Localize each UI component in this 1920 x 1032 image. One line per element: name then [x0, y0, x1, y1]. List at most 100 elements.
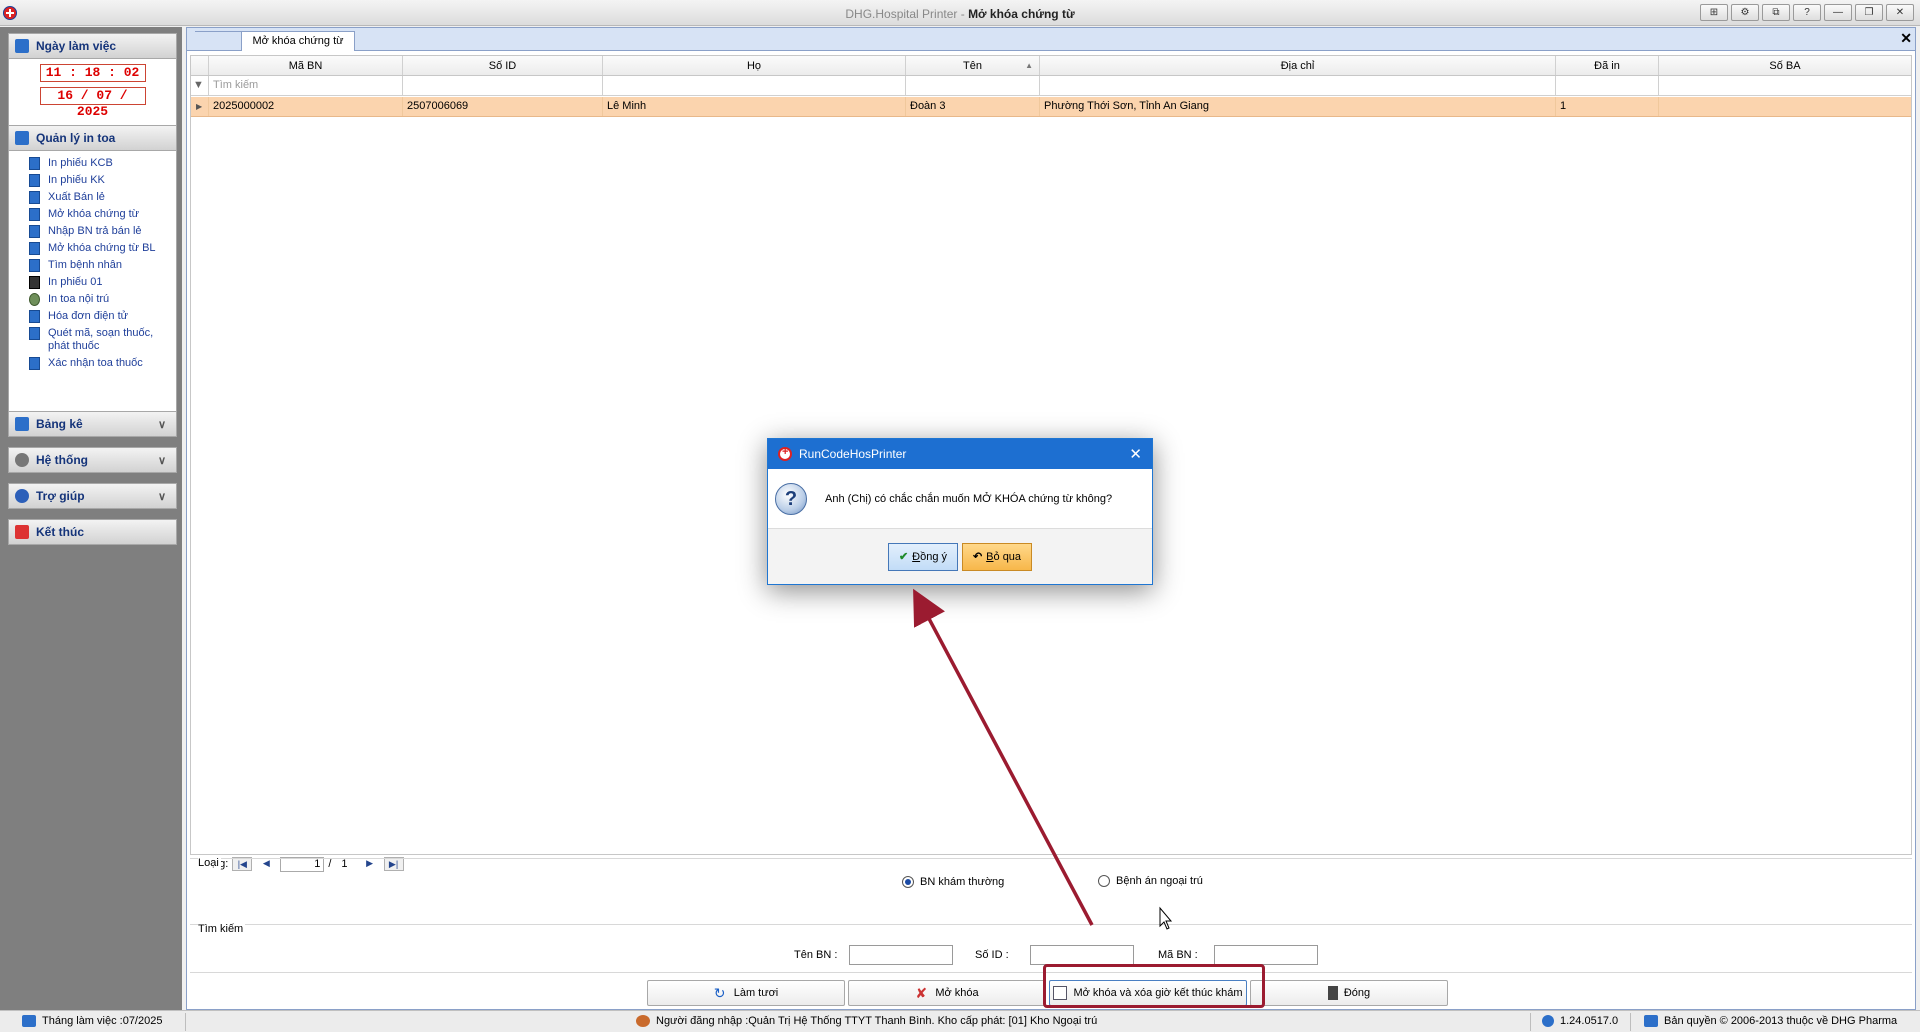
ten-bn-input[interactable] [849, 945, 953, 965]
cell-so-id[interactable]: 2507006069 [403, 97, 603, 116]
confirm-ok-button[interactable]: ✔ Đồng ý [888, 542, 958, 571]
loai-title: Loại [198, 857, 221, 869]
col-da-in[interactable]: Đã in [1556, 56, 1659, 75]
cell-da-in[interactable]: 1 [1556, 97, 1659, 116]
minimize-button[interactable]: — [1824, 4, 1852, 21]
cell-dia-chi[interactable]: Phường Thới Sơn, Tỉnh An Giang [1040, 97, 1556, 116]
col-ho[interactable]: Họ [603, 56, 906, 75]
col-so-ba[interactable]: Số BA [1659, 56, 1911, 75]
status-copyright: Bản quyền © 2006-2013 thuộc về DHG Pharm… [1664, 1015, 1898, 1027]
ten-bn-label: Tên BN : [794, 949, 838, 961]
question-icon: ? [775, 482, 807, 515]
dialog-title: RunCodeHosPrinter [799, 447, 907, 461]
list-icon [15, 417, 29, 431]
document-icon [29, 259, 40, 272]
check-icon: ✔ [898, 551, 909, 563]
document-icon [29, 357, 40, 370]
cell-ten[interactable]: Đoàn 3 [906, 97, 1040, 116]
ketthuc-panel[interactable]: Kết thúc [8, 519, 177, 545]
filter-ma-bn[interactable]: Tìm kiếm [209, 76, 403, 95]
filter-so-id[interactable] [403, 76, 603, 95]
sidebar: Ngày làm việc 11 : 18 : 02 16 / 07 / 202… [0, 27, 182, 1010]
document-icon [29, 208, 40, 221]
restore-layout-button[interactable]: ⧉ [1762, 4, 1790, 21]
nav-in-phieu-01[interactable]: In phiếu 01 [9, 274, 176, 291]
dialog-close-icon[interactable]: ✕ [1129, 445, 1142, 463]
chevron-down-icon: ∨ [157, 491, 166, 503]
tab-mo-khoa-chung-tu[interactable]: Mở khóa chứng từ [241, 31, 355, 51]
filter-da-in[interactable] [1556, 76, 1659, 95]
refresh-icon: ↻ [713, 985, 726, 1001]
maximize-button[interactable]: ❐ [1855, 4, 1883, 21]
so-id-label: Số ID : [975, 949, 1009, 961]
help-icon [15, 489, 29, 503]
clock-date: 16 / 07 / 2025 [39, 87, 146, 119]
nav-nhap-bn-tra-ban-le[interactable]: Nhập BN trả bán lẻ [9, 223, 176, 240]
col-dia-chi[interactable]: Địa chỉ [1040, 56, 1556, 75]
nav-xac-nhan-toa-thuoc[interactable]: Xác nhận toa thuốc [9, 355, 176, 372]
nav-in-toa-noi-tru[interactable]: In toa nội trú [9, 291, 176, 308]
exit-icon [15, 525, 29, 539]
so-id-input[interactable] [1030, 945, 1134, 965]
filter-dia-chi[interactable] [1040, 76, 1556, 95]
chevron-down-icon: ∨ [157, 419, 166, 431]
nav-quet-ma[interactable]: Quét mã, soạn thuốc, phát thuốc [9, 325, 176, 355]
window-title: DHG.Hospital Printer - Mở khóa chứng từ [845, 7, 1075, 21]
nav-mo-khoa-chung-tu-bl[interactable]: Mở khóa chứng từ BL [9, 240, 176, 257]
unlock-icon: ✘ [915, 985, 928, 1001]
cell-so-ba[interactable] [1659, 97, 1911, 116]
confirm-cancel-button[interactable]: ↶ Bỏ qua [962, 542, 1032, 571]
info-icon [1542, 1015, 1554, 1027]
help-button[interactable]: ? [1793, 4, 1821, 21]
workday-header[interactable]: Ngày làm việc [8, 33, 177, 59]
workday-title: Ngày làm việc [36, 39, 117, 53]
status-month: Tháng làm việc :07/2025 [42, 1015, 163, 1027]
grid-header: Mã BN Số ID Họ Tên ▲ Địa chỉ Đã in Số BA [191, 56, 1911, 76]
close-window-button[interactable]: ✕ [1886, 4, 1914, 21]
filter-ho[interactable] [603, 76, 906, 95]
cell-ho[interactable]: Lê Minh [603, 97, 906, 116]
form-icon [29, 276, 40, 289]
close-tab-icon[interactable]: ✕ [1900, 31, 1912, 45]
document-icon [29, 310, 40, 323]
table-row[interactable]: ▶ 2025000002 2507006069 Lê Minh Đoàn 3 P… [191, 97, 1911, 117]
cell-ma-bn[interactable]: 2025000002 [209, 97, 403, 116]
document-icon [29, 225, 40, 238]
document-icon [29, 157, 40, 170]
layout-button[interactable]: ⊞ [1700, 4, 1728, 21]
filter-so-ba[interactable] [1659, 76, 1911, 95]
nav-xuat-ban-le[interactable]: Xuất Bán lẻ [9, 189, 176, 206]
close-button[interactable]: Đóng [1250, 980, 1448, 1006]
nav-in-phieu-kcb[interactable]: In phiếu KCB [9, 155, 176, 172]
undo-icon: ↶ [972, 551, 983, 563]
refresh-button[interactable]: ↻ Làm tươi [647, 980, 845, 1006]
radio-benh-an-ngoai-tru[interactable]: Bệnh án ngoại trú [1098, 875, 1203, 887]
clock-time: 11 : 18 : 02 [39, 64, 146, 82]
calendar-icon [15, 39, 29, 53]
col-ma-bn[interactable]: Mã BN [209, 56, 403, 75]
document-icon [29, 174, 40, 187]
col-ten[interactable]: Tên ▲ [906, 56, 1040, 75]
status-user: Người đăng nhập :Quản Trị Hệ Thống TTYT … [656, 1015, 1098, 1027]
users-icon [636, 1015, 650, 1027]
hethong-panel[interactable]: Hệ thống ∨ [8, 447, 177, 473]
nav-in-phieu-kk[interactable]: In phiếu KK [9, 172, 176, 189]
col-so-id[interactable]: Số ID [403, 56, 603, 75]
filter-ten[interactable] [906, 76, 1040, 95]
nav-mo-khoa-chung-tu[interactable]: Mở khóa chứng từ [9, 206, 176, 223]
manage-header[interactable]: Quản lý in toa [8, 125, 177, 151]
ma-bn-input[interactable] [1214, 945, 1318, 965]
search-title: Tìm kiếm [198, 923, 246, 935]
filter-icon: ▼ [191, 76, 209, 95]
settings-button[interactable]: ⚙ [1731, 4, 1759, 21]
unlock-button[interactable]: ✘ Mở khóa [848, 980, 1046, 1006]
radio-bn-kham-thuong[interactable]: BN khám thường [902, 876, 1004, 888]
bangke-panel[interactable]: Bảng kê ∨ [8, 411, 177, 437]
nav-hoa-don-dien-tu[interactable]: Hóa đơn điện tử [9, 308, 176, 325]
status-version: 1.24.0517.0 [1560, 1015, 1619, 1027]
grid-filter-row: ▼ Tìm kiếm [191, 76, 1911, 96]
dialog-message: Anh (Chị) có chắc chắn muốn MỞ KHÓA chứn… [825, 492, 1113, 505]
nav-tim-benh-nhan[interactable]: Tìm bệnh nhân [9, 257, 176, 274]
trogiup-panel[interactable]: Trợ giúp ∨ [8, 483, 177, 509]
document-icon [29, 191, 40, 204]
